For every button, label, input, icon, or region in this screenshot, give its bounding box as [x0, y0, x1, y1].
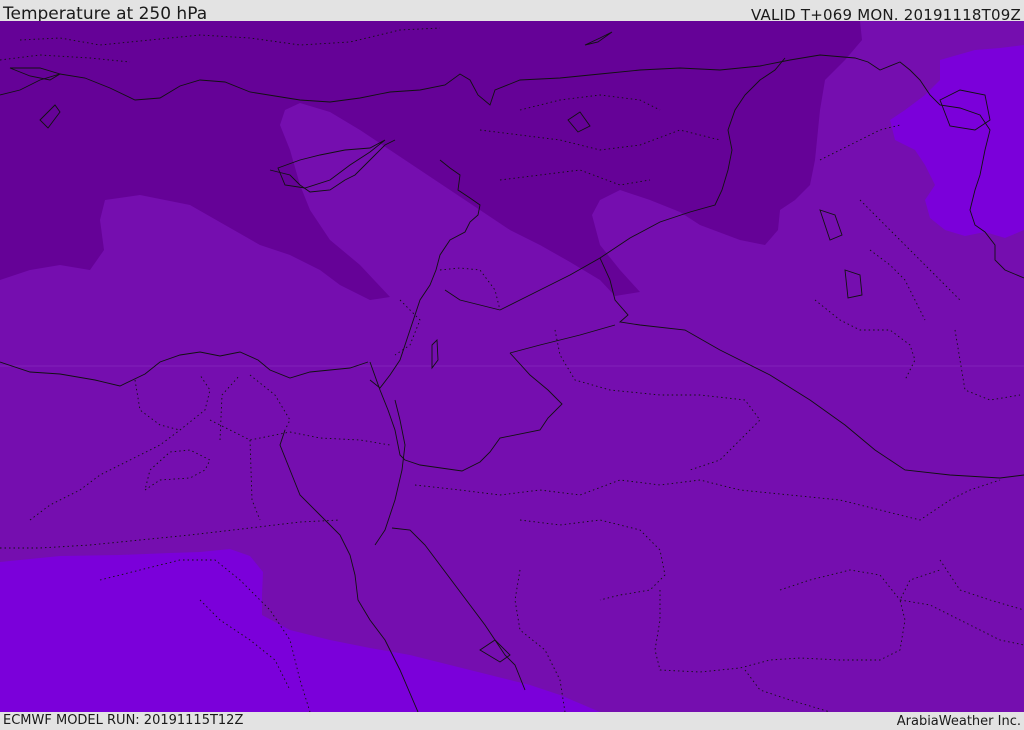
map-header: Temperature at 250 hPa VALID T+069 MON. …	[0, 0, 1024, 24]
map-canvas	[0, 21, 1024, 712]
map-footer: ECMWF MODEL RUN: 20191115T12Z ArabiaWeat…	[0, 712, 1024, 729]
credit-label: ArabiaWeather Inc.	[896, 714, 1021, 729]
model-run-label: ECMWF MODEL RUN: 20191115T12Z	[3, 713, 244, 728]
